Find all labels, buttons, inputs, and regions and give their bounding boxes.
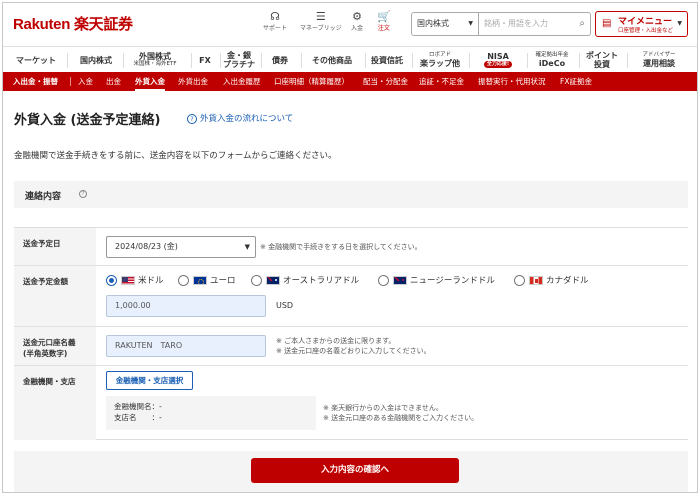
nav-item-fx[interactable]: FX: [194, 47, 216, 73]
main-nav: マーケット 国内株式 外国株式 米国株・海外ETF FX 金・銀 プラチナ 債券 そ…: [3, 46, 697, 72]
search-input[interactable]: 銘柄・用語を入力 ⌕: [479, 12, 591, 36]
sub-nav: 入出金・振替 入金 出金 外貨入金 外貨出金 入出金履歴 口座明細（精算履歴） …: [3, 72, 697, 91]
nav-item-other-products[interactable]: その他商品: [303, 47, 361, 73]
money-bridge-icon: ☰: [315, 10, 326, 23]
deposit-link[interactable]: ⚙ 入金: [351, 10, 363, 33]
date-select[interactable]: 2024/08/23 (金) ▼: [106, 236, 256, 258]
subnav-item-margin-call[interactable]: 追証・不足金: [419, 72, 464, 91]
chevron-down-icon: ▼: [677, 20, 682, 27]
nav-item-advisor[interactable]: アドバイザー 運用相談: [631, 47, 687, 73]
account-name-input[interactable]: RAKUTEN TARO: [106, 335, 266, 357]
question-icon: ?: [187, 114, 197, 124]
name-note: ※ ご本人さまからの送金に限ります。 ※ 送金元口座の名義どおりに入力してくださ…: [276, 337, 431, 355]
bank-name-text: 金融機関名：-: [114, 402, 162, 411]
au-flag-icon: [266, 275, 280, 285]
subnav-item-history[interactable]: 入出金履歴: [223, 72, 261, 91]
money-bridge-link[interactable]: ☰ マネーブリッジ: [300, 10, 342, 33]
site-header: Rakuten 楽天証券 ☊ サポート ☰ マネーブリッジ ⚙ 入金 🛒 注文 …: [3, 3, 697, 45]
chevron-down-icon: ▼: [468, 20, 473, 27]
search-icon[interactable]: ⌕: [579, 13, 585, 35]
subnav-item-transfer[interactable]: 振替実行・代用状況: [478, 72, 546, 91]
nav-item-gold-silver[interactable]: 金・銀 プラチナ: [223, 47, 255, 73]
bank-label: 金融機関・支店: [14, 366, 96, 440]
form-row-amount: 送金予定金額 米ドル ユーロ オーストラリアドル ニュージーランドドル カナダド…: [14, 266, 688, 327]
nav-item-market[interactable]: マーケット: [11, 47, 61, 73]
branch-name-text: 支店名 ：-: [114, 413, 162, 422]
form-row-date: 送金予定日 2024/08/23 (金) ▼ ※ 金融機関で手続きをする日を選択…: [14, 228, 688, 266]
page-frame: Rakuten 楽天証券 ☊ サポート ☰ マネーブリッジ ⚙ 入金 🛒 注文 …: [2, 2, 698, 493]
nav-item-point-investment[interactable]: ポイント 投資: [583, 47, 621, 73]
nav-item-foreign-stocks[interactable]: 外国株式 米国株・海外ETF: [126, 47, 184, 73]
currency-radio-usd[interactable]: 米ドル: [106, 273, 164, 287]
ca-flag-icon: [529, 275, 543, 285]
question-icon[interactable]: ?: [79, 190, 87, 198]
section-header: 連絡内容 ?: [14, 181, 688, 208]
currency-radio-eur[interactable]: ユーロ: [178, 273, 236, 287]
bank-info-box: 金融機関名：- 支店名 ：-: [106, 396, 316, 430]
nav-item-investment-trusts[interactable]: 投資信託: [367, 47, 407, 73]
currency-radio-nzd[interactable]: ニュージーランドドル: [378, 273, 495, 287]
rakuten-logo[interactable]: Rakuten 楽天証券: [13, 13, 133, 34]
page-title: 外貨入金 (送金予定連絡): [14, 113, 161, 128]
currency-radio-cad[interactable]: カナダドル: [514, 273, 589, 287]
cart-icon: 🛒: [377, 10, 391, 23]
amount-input[interactable]: 1,000.00: [106, 295, 266, 317]
amount-unit: USD: [276, 301, 294, 310]
bank-note: ※ 楽天銀行からの入金はできません。 ※ 送金元口座のある金融機関をご入力くださ…: [323, 404, 479, 422]
help-link[interactable]: ? 外貨入金の流れについて: [187, 112, 293, 124]
form-row-name: 送金元口座名義 (半角英数字) RAKUTEN TARO ※ ご本人さまからの送…: [14, 327, 688, 366]
my-menu-button[interactable]: ▤ マイメニュー 口座管理・入出金など ▼: [595, 11, 688, 37]
us-flag-icon: [121, 275, 135, 285]
deposit-icon: ⚙: [352, 10, 362, 23]
document-icon: ▤: [602, 18, 612, 29]
bank-select-button[interactable]: 金融機関・支店選択: [106, 371, 193, 390]
subnav-item-withdraw[interactable]: 出金: [106, 72, 121, 91]
subnav-item-statement[interactable]: 口座明細（精算履歴）: [274, 72, 349, 91]
nav-item-nisa[interactable]: NISA 全力応援!: [473, 47, 523, 73]
name-label: 送金元口座名義 (半角英数字): [14, 327, 96, 365]
confirm-button[interactable]: 入力内容の確認へ: [251, 458, 459, 483]
subnav-item-fx-margin[interactable]: FX証拠金: [560, 72, 592, 91]
eu-flag-icon: [193, 275, 207, 285]
intro-text: 金融機関で送金手続きをする前に、送金内容を以下のフォームからご連絡ください。: [14, 151, 337, 161]
section-title: 連絡内容: [25, 192, 62, 202]
subnav-item-dividends[interactable]: 配当・分配金: [363, 72, 408, 91]
nav-item-domestic-stocks[interactable]: 国内株式: [73, 47, 119, 73]
subnav-section-title[interactable]: 入出金・振替: [13, 72, 58, 91]
subnav-item-fx-withdraw[interactable]: 外貨出金: [178, 72, 208, 91]
chevron-down-icon: ▼: [244, 243, 250, 251]
support-link[interactable]: ☊ サポート: [263, 10, 287, 33]
subnav-item-deposit[interactable]: 入金: [78, 72, 93, 91]
date-note: ※ 金融機関で手続きをする日を選択してください。: [260, 243, 422, 251]
order-link[interactable]: 🛒 注文: [377, 10, 391, 33]
nav-item-robo-advisor[interactable]: ロボアド 楽ラップ他: [415, 47, 465, 73]
nz-flag-icon: [393, 275, 407, 285]
market-select[interactable]: 国内株式 ▼: [411, 12, 479, 36]
support-icon: ☊: [270, 10, 280, 23]
nav-item-ideco[interactable]: 確定拠出年金 iDeCo: [529, 47, 575, 73]
nav-item-bonds[interactable]: 債券: [265, 47, 295, 73]
date-label: 送金予定日: [14, 228, 96, 265]
amount-label: 送金予定金額: [14, 266, 96, 326]
currency-radio-aud[interactable]: オーストラリアドル: [251, 273, 359, 287]
subnav-item-fx-deposit[interactable]: 外貨入金: [135, 72, 165, 91]
